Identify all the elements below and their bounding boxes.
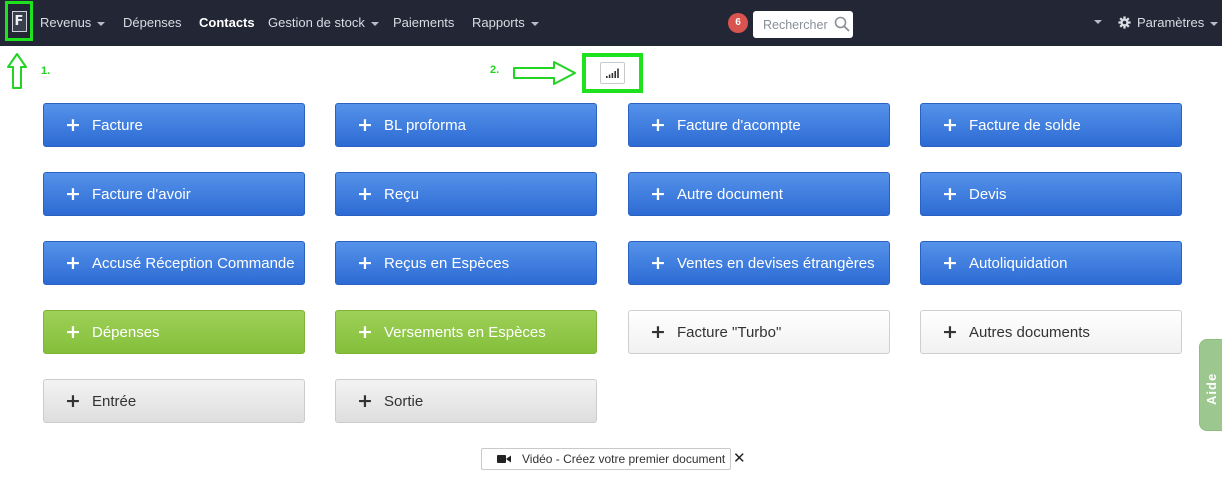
search-icon[interactable] xyxy=(833,15,851,33)
plus-icon: + xyxy=(650,113,666,136)
plus-icon: + xyxy=(357,251,373,274)
new-facture-avoir-button[interactable]: + Facture d'avoir xyxy=(43,172,305,216)
top-navbar: F Revenus Dépenses Contacts Gestion de s… xyxy=(0,0,1222,46)
plus-icon: + xyxy=(65,389,81,412)
app-logo-highlight[interactable]: F xyxy=(5,1,33,41)
nav-item-label: Rapports xyxy=(472,15,525,30)
plus-icon: + xyxy=(357,113,373,136)
nav-item-revenus[interactable]: Revenus xyxy=(40,0,106,46)
arrow-up-icon xyxy=(7,53,27,89)
nav-item-label: Contacts xyxy=(199,15,255,30)
plus-icon: + xyxy=(650,182,666,205)
settings-menu[interactable]: Paramètres xyxy=(1118,0,1219,46)
plus-icon: + xyxy=(357,320,373,343)
nav-item-label: Revenus xyxy=(40,15,92,30)
logo-icon[interactable]: F xyxy=(11,10,27,32)
video-camera-icon xyxy=(497,455,511,463)
button-label: Autre document xyxy=(677,185,783,203)
plus-icon: + xyxy=(65,320,81,343)
nav-item-label: Paiements xyxy=(393,15,455,30)
button-label: Accusé Réception Commande xyxy=(92,254,295,272)
nav-item-depenses[interactable]: Dépenses xyxy=(123,0,182,46)
new-ventes-devises-etrangeres-button[interactable]: + Ventes en devises étrangères xyxy=(628,241,890,285)
video-link-label: Vidéo - Créez votre premier document xyxy=(522,452,726,466)
nav-item-paiements[interactable]: Paiements xyxy=(393,0,454,46)
new-sortie-button[interactable]: + Sortie xyxy=(335,379,597,423)
annotation-marker-1: 1. xyxy=(41,65,51,77)
new-autres-documents-button[interactable]: + Autres documents xyxy=(920,310,1182,354)
button-label: Versements en Espèces xyxy=(384,323,546,341)
new-devis-button[interactable]: + Devis xyxy=(920,172,1182,216)
button-label: Ventes en devises étrangères xyxy=(677,254,875,272)
plus-icon: + xyxy=(942,320,958,343)
new-autre-document-button[interactable]: + Autre document xyxy=(628,172,890,216)
nav-item-rapports[interactable]: Rapports xyxy=(472,0,539,46)
plus-icon: + xyxy=(357,389,373,412)
button-label: Dépenses xyxy=(92,323,160,341)
button-label: Facture "Turbo" xyxy=(677,323,782,341)
new-facture-turbo-button[interactable]: + Facture "Turbo" xyxy=(628,310,890,354)
plus-icon: + xyxy=(942,182,958,205)
button-label: Entrée xyxy=(92,392,137,410)
new-accuse-reception-commande-button[interactable]: + Accusé Réception Commande xyxy=(43,241,305,285)
new-versements-especes-button[interactable]: + Versements en Espèces xyxy=(335,310,597,354)
chart-toggle-highlight xyxy=(582,53,643,93)
button-label: Reçu xyxy=(384,185,420,203)
chevron-down-icon xyxy=(97,21,106,26)
button-label: Autres documents xyxy=(969,323,1090,341)
plus-icon: + xyxy=(357,182,373,205)
signal-chart-icon xyxy=(606,68,619,78)
user-menu-chevron-down-icon[interactable] xyxy=(1094,20,1102,24)
help-tab[interactable]: Aide xyxy=(1199,339,1222,431)
annotation-marker-2: 2. xyxy=(490,64,500,76)
nav-item-label: Dépenses xyxy=(123,15,182,30)
new-recus-especes-button[interactable]: + Reçus en Espèces xyxy=(335,241,597,285)
chevron-down-icon xyxy=(370,21,379,26)
help-tab-label: Aide xyxy=(1204,372,1219,405)
button-label: Sortie xyxy=(384,392,424,410)
plus-icon: + xyxy=(65,113,81,136)
close-icon[interactable]: ✕ xyxy=(733,449,746,467)
arrow-right-icon xyxy=(513,61,576,85)
new-depenses-button[interactable]: + Dépenses xyxy=(43,310,305,354)
button-label: Facture d'avoir xyxy=(92,185,191,203)
plus-icon: + xyxy=(65,182,81,205)
button-label: BL proforma xyxy=(384,116,466,134)
settings-label: Paramètres xyxy=(1137,15,1205,30)
notification-badge[interactable]: 6 xyxy=(728,13,748,33)
plus-icon: + xyxy=(650,251,666,274)
chevron-down-icon xyxy=(530,21,539,26)
button-label: Facture xyxy=(92,116,143,134)
chevron-down-icon xyxy=(1210,21,1219,26)
search-input[interactable] xyxy=(753,11,833,38)
plus-icon: + xyxy=(65,251,81,274)
plus-icon: + xyxy=(650,320,666,343)
gear-icon xyxy=(1118,16,1131,29)
nav-item-gestion-de-stock[interactable]: Gestion de stock xyxy=(268,0,379,46)
new-bl-proforma-button[interactable]: + BL proforma xyxy=(335,103,597,147)
video-tutorial-link[interactable]: Vidéo - Créez votre premier document xyxy=(481,448,731,470)
button-label: Autoliquidation xyxy=(969,254,1068,272)
new-facture-acompte-button[interactable]: + Facture d'acompte xyxy=(628,103,890,147)
chart-toggle-button[interactable] xyxy=(600,62,625,84)
plus-icon: + xyxy=(942,251,958,274)
new-recu-button[interactable]: + Reçu xyxy=(335,172,597,216)
new-facture-solde-button[interactable]: + Facture de solde xyxy=(920,103,1182,147)
nav-item-contacts[interactable]: Contacts xyxy=(199,0,255,46)
new-autoliquidation-button[interactable]: + Autoliquidation xyxy=(920,241,1182,285)
nav-item-label: Gestion de stock xyxy=(268,15,365,30)
new-entree-button[interactable]: + Entrée xyxy=(43,379,305,423)
button-label: Facture de solde xyxy=(969,116,1081,134)
search-box xyxy=(753,11,853,38)
button-label: Reçus en Espèces xyxy=(384,254,510,272)
new-facture-button[interactable]: + Facture xyxy=(43,103,305,147)
plus-icon: + xyxy=(942,113,958,136)
button-label: Facture d'acompte xyxy=(677,116,801,134)
button-label: Devis xyxy=(969,185,1007,203)
